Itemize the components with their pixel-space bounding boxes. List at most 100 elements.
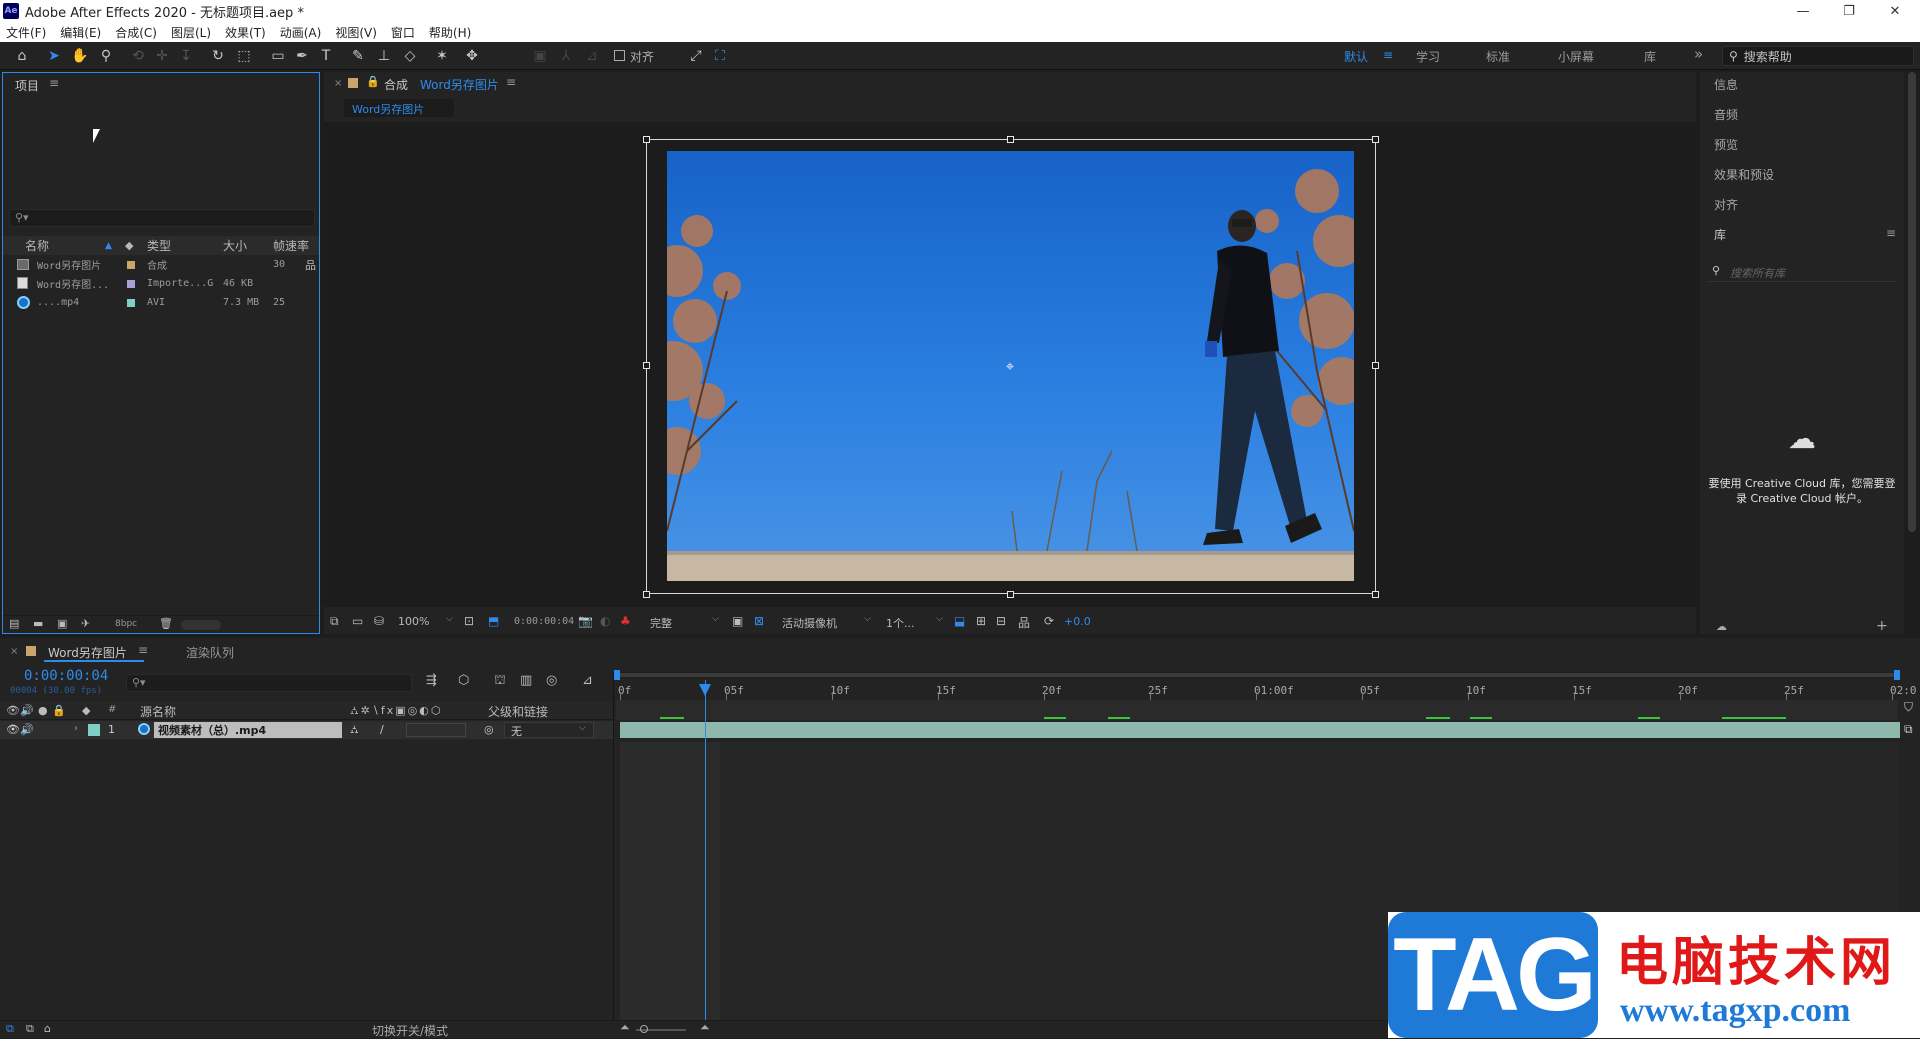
playhead-handle[interactable] [698,684,711,696]
lock-icon[interactable]: 🔒 [52,704,66,717]
fast-previews-icon[interactable]: ▣ [732,614,743,628]
menu-composition[interactable]: 合成(C) [115,24,157,41]
interpret-footage-icon[interactable]: ▤ [9,617,19,630]
sort-ascending-icon[interactable]: ▲ [105,241,112,251]
flowchart-icon[interactable]: 品 [1018,614,1030,631]
anchor-point-tool-icon[interactable]: ⬚ [234,46,254,66]
transform-handle[interactable] [643,362,650,369]
layer-switches-icon[interactable]: ⧉ [6,1022,14,1036]
thumbnail-scroll[interactable] [181,620,221,630]
menu-view[interactable]: 视图(V) [335,24,377,41]
add-icon[interactable]: + [1876,618,1888,634]
display-icon[interactable]: ▭ [352,614,363,628]
zoom-slider-thumb[interactable] [640,1025,648,1033]
puppet-tool-icon[interactable]: ✥ [462,46,482,66]
world-axis-icon[interactable]: ⅄ [556,46,576,66]
orbit-camera-icon[interactable]: ⟲ [128,46,148,66]
workspace-menu-icon[interactable]: ≡ [1383,48,1393,62]
anchor-point-icon[interactable]: ⌖ [1002,358,1018,374]
label-column-icon[interactable]: ◆ [82,704,90,717]
label-color-swatch[interactable] [127,280,135,288]
panel-menu-icon[interactable]: ≡ [506,75,516,89]
graph-editor-icon[interactable]: ⊿ [582,673,593,688]
always-preview-icon[interactable]: ⧉ [330,614,339,629]
menu-layer[interactable]: 图层(L) [171,24,211,41]
comp-end-marker-icon[interactable]: ⛉ [1904,700,1913,715]
resolution-dropdown[interactable]: 完整 [650,615,672,631]
channel-icon[interactable]: ♣ [620,614,631,628]
parent-link-column[interactable]: 父级和链接 [488,703,548,720]
restore-button[interactable]: ❐ [1826,0,1872,22]
workspace-default[interactable]: 默认 [1344,48,1368,65]
dolly-camera-icon[interactable]: ↧ [176,46,196,66]
project-item-row[interactable]: Word另存图... Importe...G 46 KB [3,274,319,293]
zoom-dropdown[interactable]: 100% [398,615,429,628]
timeline-tab[interactable]: Word另存图片 [48,644,127,661]
composition-tab[interactable]: Word另存图片 [344,99,454,117]
show-snapshot-icon[interactable]: ◐ [600,614,610,628]
composition-mini-flowchart-icon[interactable]: ⇶ [426,673,437,688]
toggle-switches-modes-button[interactable]: 切换开关/模式 [372,1022,448,1039]
rectangle-tool-icon[interactable]: ▭ [268,46,288,66]
layer-row[interactable]: 👁 🔊 › 1 视频素材（总）.mp4 ⛼ ∕ ◎ 无 ⌵ [0,721,614,739]
roto-brush-tool-icon[interactable]: ✶ [432,46,452,66]
column-fps[interactable]: 帧速率 [273,237,309,254]
panel-menu-icon[interactable]: ≡ [138,643,148,657]
hand-tool-icon[interactable]: ✋ [70,46,90,66]
exposure-value[interactable]: +0.0 [1064,615,1091,628]
pan-camera-icon[interactable]: ✛ [152,46,172,66]
workspace-learn[interactable]: 学习 [1416,48,1440,65]
transform-handle[interactable] [1007,136,1014,143]
shy-switch-icon[interactable]: ⛼ [350,723,359,738]
column-type[interactable]: 类型 [147,237,171,254]
transparency-grid-icon[interactable]: ⊠ [754,614,764,628]
views-dropdown[interactable]: 1个... [886,615,915,631]
mask-visibility-icon[interactable]: ⛁ [374,614,384,628]
video-visibility-icon[interactable]: 👁 [6,704,20,717]
reset-exposure-icon[interactable]: ⊞ [976,614,986,628]
menu-effect[interactable]: 效果(T) [225,24,266,41]
zoom-tool-icon[interactable]: ⚲ [96,46,116,66]
preview-panel-tab[interactable]: 预览 [1714,136,1738,153]
menu-edit[interactable]: 编辑(E) [60,24,101,41]
audio-panel-tab[interactable]: 音频 [1714,106,1738,123]
shy-layers-icon[interactable]: ⛫ [494,673,506,690]
brush-tool-icon[interactable]: ✎ [348,46,368,66]
menu-help[interactable]: 帮助(H) [429,24,471,41]
layer-duration-bar[interactable] [620,722,1900,738]
close-button[interactable]: ✕ [1872,0,1918,22]
align-panel-tab[interactable]: 对齐 [1714,196,1738,213]
info-panel-tab[interactable]: 信息 [1714,76,1738,93]
effects-presets-panel-tab[interactable]: 效果和预设 [1714,166,1774,183]
layer-name[interactable]: 视频素材（总）.mp4 [154,722,342,738]
transform-handle[interactable] [1372,362,1379,369]
work-area-bar[interactable] [614,670,1900,680]
cloud-sync-icon[interactable]: ☁ [1716,620,1727,633]
transform-handle[interactable] [1007,591,1014,598]
toggle-pixel-aspect-icon[interactable]: ⬓ [954,614,965,628]
minimize-button[interactable]: — [1780,0,1826,22]
close-tab-icon[interactable]: × [10,646,18,657]
motion-blur-icon[interactable]: ◎ [546,673,557,688]
menu-animation[interactable]: 动画(A) [280,24,322,41]
video-visibility-icon[interactable]: 👁 [6,723,20,736]
flowchart-icon[interactable]: 品 [305,257,316,273]
workspace-small-screen[interactable]: 小屏幕 [1558,48,1594,65]
frame-blending-icon[interactable]: ▥ [520,673,532,688]
parent-dropdown[interactable]: 无 ⌵ [504,722,594,738]
transform-handle[interactable] [643,136,650,143]
panel-menu-icon[interactable]: ≡ [1886,226,1896,240]
view-axis-icon[interactable]: ⊿ [582,46,602,66]
quality-switch-icon[interactable]: ∕ [380,723,384,736]
timeline-icon[interactable]: ⊟ [996,614,1006,628]
local-axis-icon[interactable]: ▣ [530,46,550,66]
playhead-line[interactable] [704,680,706,1020]
libraries-panel-tab[interactable]: 库 [1714,226,1726,243]
current-timecode[interactable]: 0:00:00:04 [24,668,108,684]
expand-chevron-icon[interactable]: › [74,723,78,734]
audio-icon[interactable]: 🔊 [20,723,34,736]
project-search-input[interactable]: ⚲▾ [9,209,315,227]
snap-option-icon[interactable]: ⤢ [686,46,706,66]
label-color-swatch[interactable] [127,299,135,307]
snapshot-icon[interactable]: 📷 [578,614,593,628]
